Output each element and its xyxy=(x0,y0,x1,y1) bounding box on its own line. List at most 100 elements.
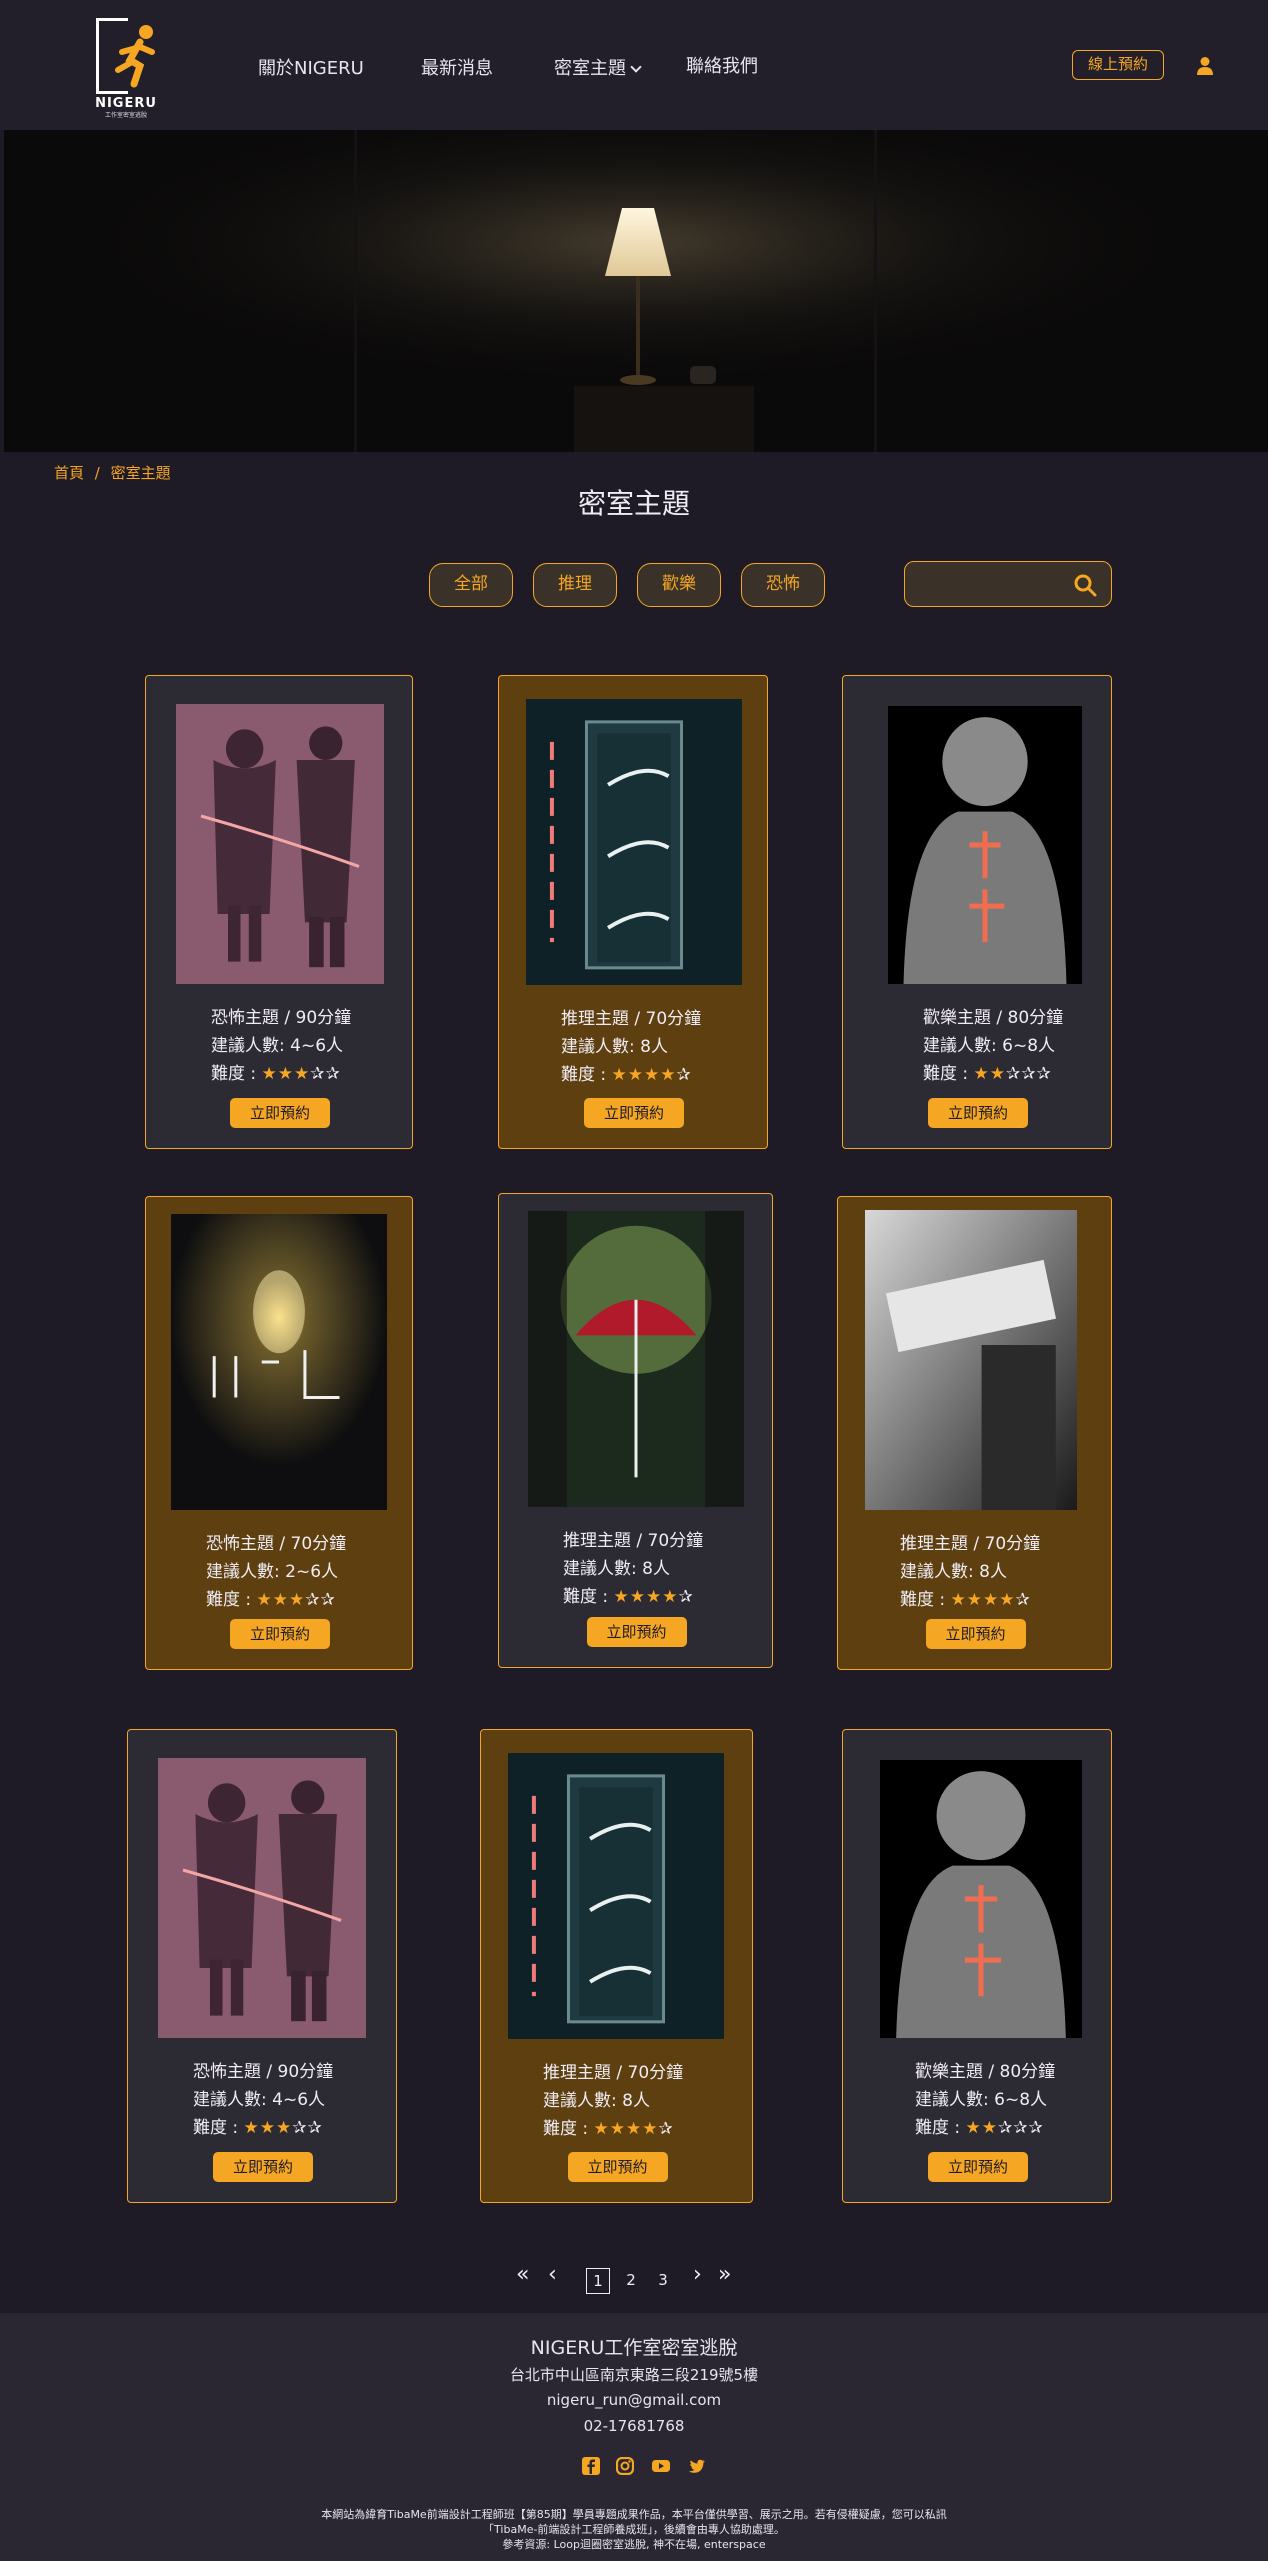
logo-text: NIGERU xyxy=(95,96,157,111)
star-filled-icon: ★★★★ xyxy=(613,1587,679,1607)
theme-info: 恐怖主題 / 70分鐘 建議人數: 2~6人 難度 : ★★★✰✰ xyxy=(146,1530,412,1614)
nav-themes[interactable]: 密室主題 xyxy=(554,54,642,80)
search-input[interactable] xyxy=(915,570,1065,598)
theme-card[interactable]: 恐怖主題 / 90分鐘 建議人數: 4~6人 難度 : ★★★✰✰ 立即預約 xyxy=(127,1729,397,2203)
theme-people: 建議人數: 6~8人 xyxy=(915,2090,1048,2110)
reserve-now-button[interactable]: 立即預約 xyxy=(213,2152,313,2182)
runner-icon xyxy=(115,25,155,88)
page-1[interactable]: 1 xyxy=(586,2268,610,2294)
star-filled-icon: ★★★ xyxy=(261,1064,311,1084)
star-empty-icon: ✰✰ xyxy=(305,1590,336,1610)
star-empty-icon: ✰✰ xyxy=(310,1064,341,1084)
search-box xyxy=(904,561,1112,607)
breadcrumb-separator: / xyxy=(94,464,100,482)
footer-address: 台北市中山區南京東路三段219號5樓 xyxy=(509,2366,759,2384)
theme-topic: 推理主題 / 70分鐘 xyxy=(543,2063,684,2083)
page-3[interactable]: 3 xyxy=(651,2268,675,2294)
reserve-now-button[interactable]: 立即預約 xyxy=(586,1617,687,1647)
theme-poster-image[interactable] xyxy=(176,704,384,984)
theme-card[interactable]: 恐怖主題 / 70分鐘 建議人數: 2~6人 難度 : ★★★✰✰ 立即預約 xyxy=(145,1196,413,1670)
reserve-now-button[interactable]: 立即預約 xyxy=(928,1098,1028,1128)
first-page-button[interactable]: « xyxy=(516,2262,529,2287)
difficulty-stars: ★★★★✰ xyxy=(614,1587,694,1607)
breadcrumb-home[interactable]: 首頁 xyxy=(54,464,84,482)
reserve-now-button[interactable]: 立即預約 xyxy=(230,1619,330,1649)
star-empty-icon: ✰ xyxy=(1015,1590,1031,1610)
youtube-icon[interactable] xyxy=(652,2457,670,2475)
theme-card[interactable]: 歡樂主題 / 80分鐘 建議人數: 6~8人 難度 : ★★✰✰✰ 立即預約 xyxy=(842,675,1112,1149)
theme-topic: 推理主題 / 70分鐘 xyxy=(900,1534,1041,1554)
footer-disclaimer-2: 「TibaMe-前端設計工程師養成班」，後續會由專人協助處理。 xyxy=(483,2523,785,2536)
last-page-button[interactable]: » xyxy=(718,2262,731,2287)
theme-people: 建議人數: 2~6人 xyxy=(206,1562,339,1582)
difficulty-label: 難度 : xyxy=(211,1064,262,1084)
reserve-now-button[interactable]: 立即預約 xyxy=(567,2152,668,2182)
theme-poster-image[interactable] xyxy=(526,699,742,985)
star-empty-icon: ✰✰✰ xyxy=(1006,1064,1052,1084)
page-title: 密室主題 xyxy=(577,487,690,520)
next-page-button[interactable]: › xyxy=(693,2262,702,2287)
nav-contact[interactable]: 聯絡我們 xyxy=(686,52,758,78)
theme-poster-image[interactable] xyxy=(508,1753,724,2039)
lamp-scene-image xyxy=(4,130,1268,452)
reserve-now-button[interactable]: 立即預約 xyxy=(925,1619,1026,1649)
difficulty-stars: ★★★★✰ xyxy=(612,1065,692,1085)
theme-card[interactable]: 推理主題 / 70分鐘 建議人數: 8人 難度 : ★★★★✰ 立即預約 xyxy=(498,1193,773,1668)
site-header: NIGERU 工作室密室逃脫 關於NIGERU 最新消息 密室主題 聯絡我們 線… xyxy=(0,0,1268,130)
reserve-now-button[interactable]: 立即預約 xyxy=(928,2152,1028,2182)
difficulty-label: 難度 : xyxy=(561,1065,612,1085)
theme-info: 推理主題 / 70分鐘 建議人數: 8人 難度 : ★★★★✰ xyxy=(481,2059,752,2143)
theme-difficulty: 難度 : ★★★★✰ xyxy=(563,1583,772,1611)
online-booking-button[interactable]: 線上預約 xyxy=(1072,50,1164,80)
theme-info: 恐怖主題 / 90分鐘 建議人數: 4~6人 難度 : ★★★✰✰ xyxy=(128,2058,396,2142)
theme-people: 建議人數: 4~6人 xyxy=(193,2090,326,2110)
reserve-now-button[interactable]: 立即預約 xyxy=(230,1098,330,1128)
difficulty-label: 難度 : xyxy=(923,1064,974,1084)
theme-info: 推理主題 / 70分鐘 建議人數: 8人 難度 : ★★★★✰ xyxy=(499,1005,767,1089)
filter-mystery-button[interactable]: 推理 xyxy=(533,563,617,607)
theme-poster-image[interactable] xyxy=(865,1210,1077,1510)
footer-phone: 02-17681768 xyxy=(583,2417,685,2435)
filter-fun-button[interactable]: 歡樂 xyxy=(637,563,721,607)
filter-horror-button[interactable]: 恐怖 xyxy=(741,563,825,607)
theme-people: 建議人數: 8人 xyxy=(900,1562,1007,1582)
theme-difficulty: 難度 : ★★★★✰ xyxy=(561,1061,767,1089)
reserve-now-button[interactable]: 立即預約 xyxy=(584,1098,684,1128)
theme-info: 歡樂主題 / 80分鐘 建議人數: 6~8人難度 : ★★✰✰✰ xyxy=(843,2058,1111,2142)
theme-info: 歡樂主題 / 80分鐘 建議人數: 6~8人 難度 : ★★✰✰✰ xyxy=(843,1004,1111,1088)
prev-page-button[interactable]: ‹ xyxy=(548,2262,557,2287)
nav-news[interactable]: 最新消息 xyxy=(421,54,493,80)
difficulty-label: 難度 : xyxy=(900,1590,951,1610)
page-2[interactable]: 2 xyxy=(619,2268,643,2294)
theme-people: 建議人數: 6~8人 xyxy=(923,1036,1056,1056)
theme-card[interactable]: 歡樂主題 / 80分鐘 建議人數: 6~8人難度 : ★★✰✰✰ 立即預約 xyxy=(842,1729,1112,2203)
theme-card[interactable]: 恐怖主題 / 90分鐘 建議人數: 4~6人 難度 : ★★★✰✰ 立即預約 xyxy=(145,675,413,1149)
nav-about[interactable]: 關於NIGERU xyxy=(258,54,364,80)
difficulty-label: 難度 : xyxy=(206,1590,257,1610)
theme-poster-image[interactable] xyxy=(888,706,1082,984)
theme-card[interactable]: 推理主題 / 70分鐘 建議人數: 8人 難度 : ★★★★✰ 立即預約 xyxy=(498,675,768,1149)
difficulty-stars: ★★★★✰ xyxy=(951,1590,1031,1610)
theme-card[interactable]: 推理主題 / 70分鐘 建議人數: 8人 難度 : ★★★★✰ 立即預約 xyxy=(837,1196,1112,1670)
instagram-icon[interactable] xyxy=(616,2457,634,2475)
difficulty-label: 難度 : xyxy=(543,2119,594,2139)
theme-topic: 推理主題 / 70分鐘 xyxy=(563,1531,704,1551)
user-icon[interactable] xyxy=(1196,56,1214,76)
theme-poster-image[interactable] xyxy=(171,1214,387,1510)
theme-card[interactable]: 推理主題 / 70分鐘 建議人數: 8人 難度 : ★★★★✰ 立即預約 xyxy=(480,1729,753,2203)
theme-poster-image[interactable] xyxy=(158,1758,366,2038)
filter-all-button[interactable]: 全部 xyxy=(429,563,513,607)
theme-poster-image[interactable] xyxy=(880,1760,1082,2038)
theme-poster-image[interactable] xyxy=(528,1211,744,1507)
theme-topic: 歡樂主題 / 80分鐘 xyxy=(915,2062,1056,2082)
theme-topic: 恐怖主題 / 70分鐘 xyxy=(206,1534,347,1554)
theme-difficulty: 難度 : ★★★✰✰ xyxy=(211,1060,412,1088)
theme-difficulty: 難度 : ★★✰✰✰ xyxy=(915,2114,1111,2142)
search-icon[interactable] xyxy=(1073,573,1097,597)
difficulty-stars: ★★★✰✰ xyxy=(262,1064,341,1084)
difficulty-label: 難度 : xyxy=(915,2118,966,2138)
logo[interactable]: NIGERU 工作室密室逃脫 xyxy=(92,16,160,119)
facebook-icon[interactable] xyxy=(582,2457,600,2475)
star-empty-icon: ✰ xyxy=(678,1587,694,1607)
twitter-icon[interactable] xyxy=(688,2457,706,2475)
